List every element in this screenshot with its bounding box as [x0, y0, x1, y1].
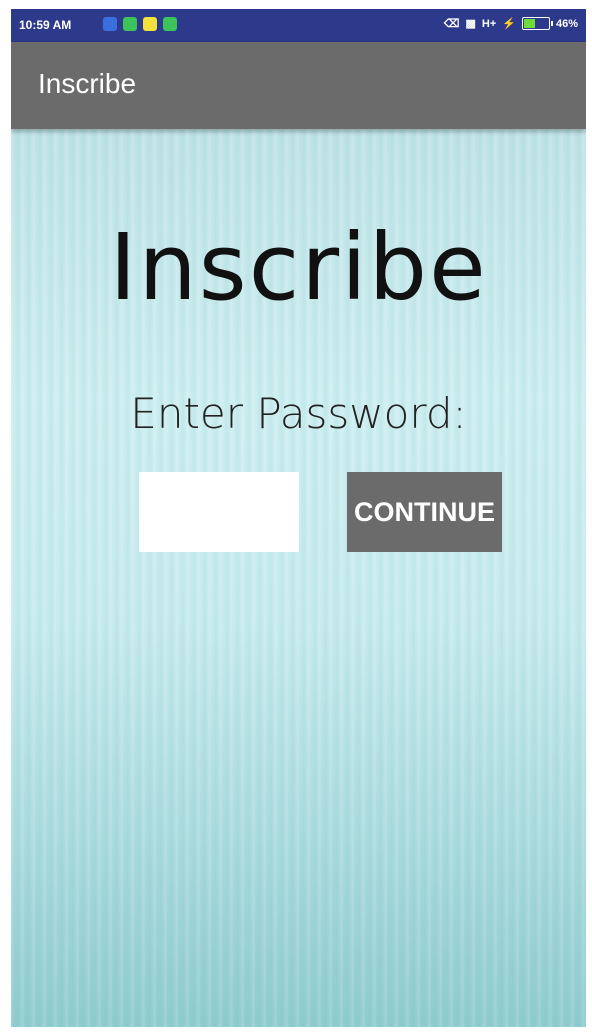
alarm-off-icon: ⌫: [443, 18, 460, 30]
snapchat-notification-icon: [143, 17, 157, 31]
password-input[interactable]: [139, 472, 299, 552]
messenger-notification-icon: [103, 17, 117, 31]
charging-icon: ⚡: [502, 18, 516, 30]
content-area: Inscribe Enter Password: CONTINUE: [11, 129, 586, 1027]
battery-percent: 46%: [555, 17, 578, 30]
battery-icon: [521, 17, 553, 30]
phone-screen: 10:59 AM ⌫ ▩ H+ ⚡ 46% Inscribe Inscribe …: [11, 9, 586, 1027]
status-time: 10:59 AM: [19, 18, 72, 32]
battery-tip: [550, 21, 553, 26]
notification-icons: [103, 17, 177, 31]
network-type: H+: [481, 17, 497, 30]
signal-icon: ▩: [465, 18, 476, 30]
app-bar: Inscribe: [11, 42, 586, 129]
battery-fill: [523, 19, 535, 28]
hero-title: Inscribe: [109, 214, 488, 321]
app-notification-icon: [163, 17, 177, 31]
whatsapp-notification-icon: [123, 17, 137, 31]
status-right: ⌫ ▩ H+ ⚡ 46%: [444, 17, 578, 30]
continue-button[interactable]: CONTINUE: [347, 472, 502, 552]
app-bar-title: Inscribe: [38, 68, 137, 99]
password-prompt: Enter Password:: [130, 389, 467, 438]
status-bar: 10:59 AM ⌫ ▩ H+ ⚡ 46%: [11, 9, 586, 42]
